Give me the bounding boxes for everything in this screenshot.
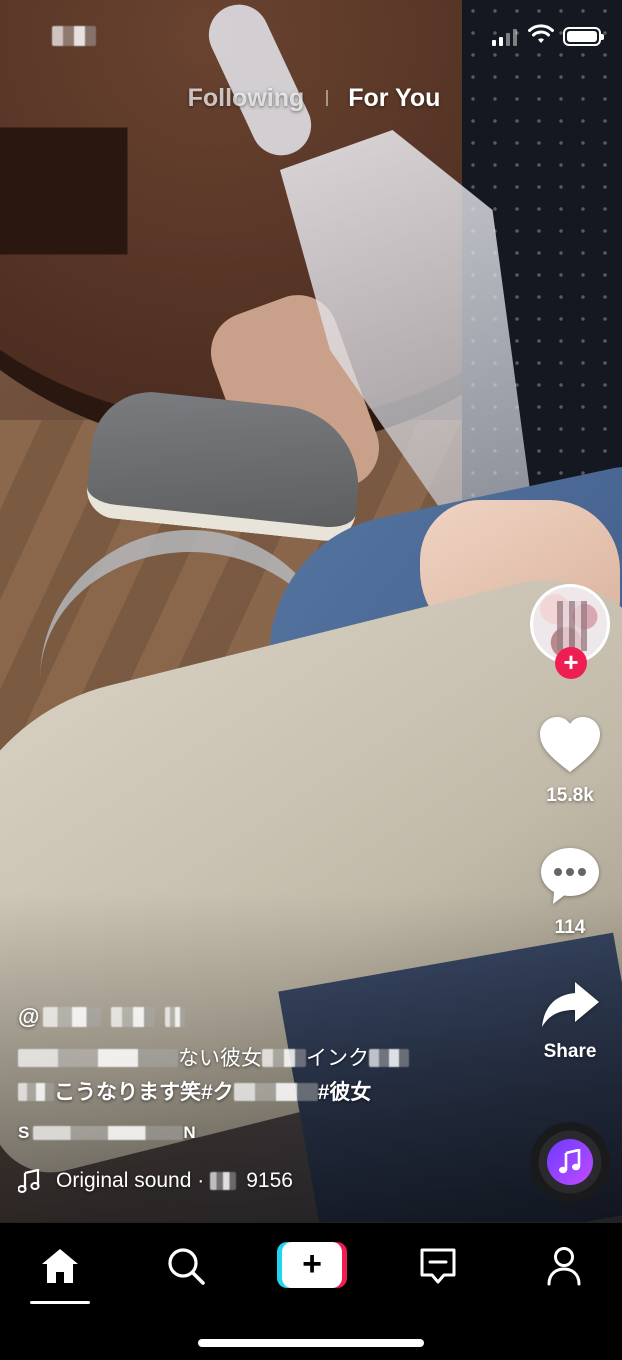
username-blurred-2 <box>111 1007 156 1027</box>
sound-title: Original sound · <box>56 1169 205 1192</box>
share-arrow-icon <box>542 982 599 1027</box>
cellular-signal-icon <box>492 28 517 46</box>
translation-blurred <box>33 1126 184 1140</box>
description-line1-b: インク <box>306 1047 369 1070</box>
nav-discover[interactable] <box>156 1243 216 1289</box>
tab-for-you[interactable]: For You <box>348 84 440 113</box>
wifi-icon <box>528 24 554 43</box>
nav-inbox[interactable] <box>408 1243 468 1289</box>
username-blurred <box>43 1007 102 1027</box>
comment-button[interactable]: 114 <box>518 846 622 939</box>
home-icon <box>42 1249 78 1283</box>
sound-disc[interactable] <box>530 1122 610 1202</box>
description-blurred <box>233 1083 318 1101</box>
sound-blurred <box>210 1172 237 1190</box>
profile-icon <box>547 1247 581 1286</box>
heart-icon <box>540 717 600 772</box>
like-count: 15.8k <box>546 785 594 806</box>
tab-following[interactable]: Following <box>188 84 305 113</box>
home-indicator <box>198 1339 424 1347</box>
plus-icon: + <box>563 647 579 677</box>
see-translation[interactable]: S N <box>18 1122 488 1144</box>
description-line2-a: こうなります笑#ク <box>54 1081 234 1104</box>
feed-tabs: Following For You <box>0 80 622 116</box>
description-blurred <box>18 1049 178 1067</box>
create-icon: + <box>282 1242 342 1288</box>
inbox-icon <box>420 1248 456 1284</box>
hashtag-link[interactable]: #彼女 <box>318 1081 372 1104</box>
search-icon <box>168 1248 205 1285</box>
nav-home[interactable] <box>30 1243 90 1289</box>
share-button[interactable]: Share <box>518 980 622 1063</box>
description-blurred <box>262 1049 306 1067</box>
share-label: Share <box>543 1041 597 1062</box>
video-description[interactable]: ない彼女 インク こうなります笑#ク #彼女 <box>18 1042 488 1110</box>
video-caption: @ ない彼女 インク こうなります笑#ク #彼女 S N Original soun… <box>18 1000 488 1196</box>
comment-count: 114 <box>554 917 586 938</box>
status-time <box>52 26 96 46</box>
sound-ticker[interactable]: Original sound · 9156 <box>18 1166 488 1196</box>
username-blurred-3 <box>165 1007 186 1027</box>
username-at: @ <box>18 1004 40 1029</box>
tab-divider <box>326 90 329 106</box>
active-tab-indicator <box>30 1301 90 1304</box>
nav-create[interactable]: + <box>275 1241 349 1289</box>
creator-username[interactable]: @ <box>18 1000 488 1034</box>
translation-prefix: S <box>18 1123 30 1142</box>
like-button[interactable]: 15.8k <box>518 716 622 807</box>
follow-button[interactable]: + <box>555 647 587 679</box>
music-note-icon <box>18 1169 40 1193</box>
nav-profile[interactable] <box>534 1243 594 1289</box>
status-bar <box>0 0 622 70</box>
translation-suffix: N <box>183 1123 196 1142</box>
battery-icon <box>563 27 604 46</box>
description-blurred <box>369 1049 409 1067</box>
description-blurred <box>18 1083 54 1101</box>
sound-id: 9156 <box>246 1169 293 1192</box>
comment-icon <box>541 848 599 904</box>
music-note-icon <box>559 1149 581 1174</box>
description-line1-a: ない彼女 <box>178 1047 262 1070</box>
